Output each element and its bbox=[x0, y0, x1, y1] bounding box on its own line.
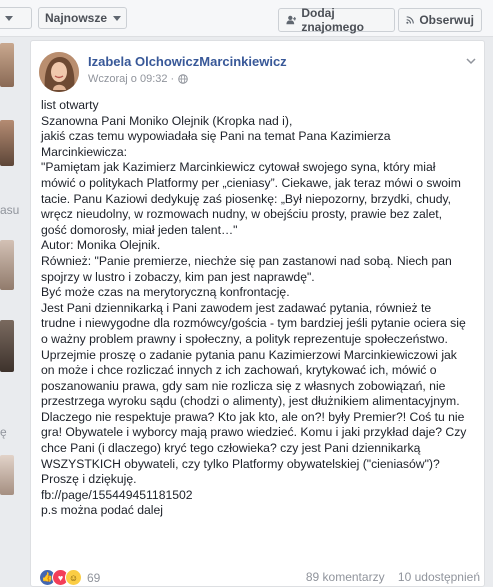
sort-dropdown-label: Najnowsze bbox=[45, 11, 108, 25]
post-options-chevron-icon[interactable] bbox=[466, 56, 476, 66]
post-text-line: Również: "Panie premierze, niechże się p… bbox=[41, 253, 452, 268]
post-text-line: on może i chce rozliczać innych z ich za… bbox=[41, 363, 437, 378]
reactions-count: 69 bbox=[87, 570, 101, 585]
cropped-text: asu bbox=[0, 203, 20, 217]
post-text-line: Uprzejmie proszę o zadanie pytania panu … bbox=[41, 347, 457, 362]
add-friend-label: Dodaj znajomego bbox=[301, 6, 365, 34]
post-text-line: Dlaczego nie respektuje prawa? Kto jak k… bbox=[41, 409, 465, 424]
thumbnail-image[interactable] bbox=[0, 455, 14, 495]
post-text-line: p.s można podać dalej bbox=[41, 503, 163, 518]
follow-label: Obserwuj bbox=[419, 13, 474, 27]
post-timestamp[interactable]: Wczoraj o 09:32 · bbox=[88, 73, 174, 85]
left-dropdown[interactable] bbox=[0, 7, 32, 29]
chevron-down-icon bbox=[113, 15, 122, 21]
post-text-line: gość domorosły, miał jeden talent…" bbox=[41, 222, 238, 237]
post-text-line: "Pamiętam jak Kazimierz Marcinkiewicz cy… bbox=[41, 160, 436, 175]
post-author-link[interactable]: Izabela OlchowiczMarcinkiewicz bbox=[88, 54, 287, 69]
post-text-line: jakiś czas temu wypowiadała się Pani na … bbox=[41, 129, 391, 144]
follow-button[interactable]: Obserwuj bbox=[398, 8, 482, 32]
post-text-line: Szanowna Pani Moniko Olejnik (Kropka nad… bbox=[41, 113, 293, 128]
reactions-summary[interactable]: 👍 ♥ ☺ 69 bbox=[39, 569, 100, 586]
post-text-line: gra! Obywatele i wyborcy mają prawo wied… bbox=[41, 425, 467, 440]
avatar[interactable] bbox=[39, 52, 79, 92]
thumbnail-image[interactable] bbox=[0, 120, 14, 166]
post-text-line: Proszę i dziękuję. bbox=[41, 472, 137, 487]
post-text-line: wręcz nieudolny, w rozmowach nudny, w ob… bbox=[41, 207, 443, 222]
add-friend-button[interactable]: Dodaj znajomego bbox=[278, 6, 395, 34]
rss-icon bbox=[406, 16, 414, 24]
chevron-down-icon bbox=[5, 15, 13, 21]
post-card: Izabela OlchowiczMarcinkiewicz Wczoraj o… bbox=[30, 40, 485, 587]
post-text-line: list otwarty bbox=[41, 98, 99, 112]
top-filter-bar: Najnowsze Dodaj znajomego Obserwuj bbox=[0, 0, 493, 37]
post-body: list otwarty Szanowna Pani Moniko Olejnik… bbox=[41, 98, 481, 519]
post-text-line: o ważny problem prawny i społeczny, a po… bbox=[41, 331, 448, 346]
post-text-line: Jest Pani dziennikarką i Pani zawodem je… bbox=[41, 300, 432, 315]
comments-count-link[interactable]: 89 komentarzy bbox=[306, 570, 385, 584]
post-text-line: WSZYSTKICH obywateli, czy tylko Platform… bbox=[41, 456, 440, 471]
post-text-line: chce Pani (i dlaczego) kryć tego człowie… bbox=[41, 441, 421, 456]
add-friend-icon bbox=[286, 15, 297, 25]
post-text-line: przestrzega wyroku sądu (chodzi o alimen… bbox=[41, 394, 460, 409]
post-text-line: trudne i niewygodne dla rozmówcy/gościa … bbox=[41, 316, 466, 331]
post-text-line: tacie. Panu Kaziowi dedykuję zaś piosenk… bbox=[41, 191, 452, 206]
profile-photo bbox=[39, 52, 79, 92]
globe-icon bbox=[178, 74, 189, 84]
post-text-line: Autor: Monika Olejnik. bbox=[41, 238, 161, 253]
cropped-text: ę bbox=[0, 425, 7, 439]
sort-dropdown[interactable]: Najnowsze bbox=[38, 7, 127, 29]
shares-count-link[interactable]: 10 udostępnień bbox=[398, 570, 480, 584]
post-text-line: Marcinkiewicza: bbox=[41, 144, 128, 159]
thumbnail-image[interactable] bbox=[0, 240, 14, 290]
post-footer: 👍 ♥ ☺ 69 89 komentarzy 10 udostępnień bbox=[31, 565, 484, 587]
post-text-line: poszanowaniu prawa, gdy sam nie rozlicza… bbox=[41, 378, 446, 393]
engagement-counts: 89 komentarzy 10 udostępnień bbox=[306, 570, 480, 584]
left-column-cropped: asu ę bbox=[0, 0, 30, 587]
post-text-line: spojrzy w lustro i zobaczy, kim pan jest… bbox=[41, 269, 315, 284]
post-meta: Wczoraj o 09:32 · bbox=[88, 73, 189, 85]
post-text-line: mówić o politykach Platformy per „cienia… bbox=[41, 175, 461, 190]
thumbnail-image[interactable] bbox=[0, 320, 14, 372]
thumbnail-image[interactable] bbox=[0, 43, 14, 87]
post-text-line: fb://page/155449451181502 bbox=[41, 487, 193, 502]
haha-icon: ☺ bbox=[65, 569, 82, 586]
post-text-line: Być może czas na merytoryczną konfrontac… bbox=[41, 285, 290, 300]
